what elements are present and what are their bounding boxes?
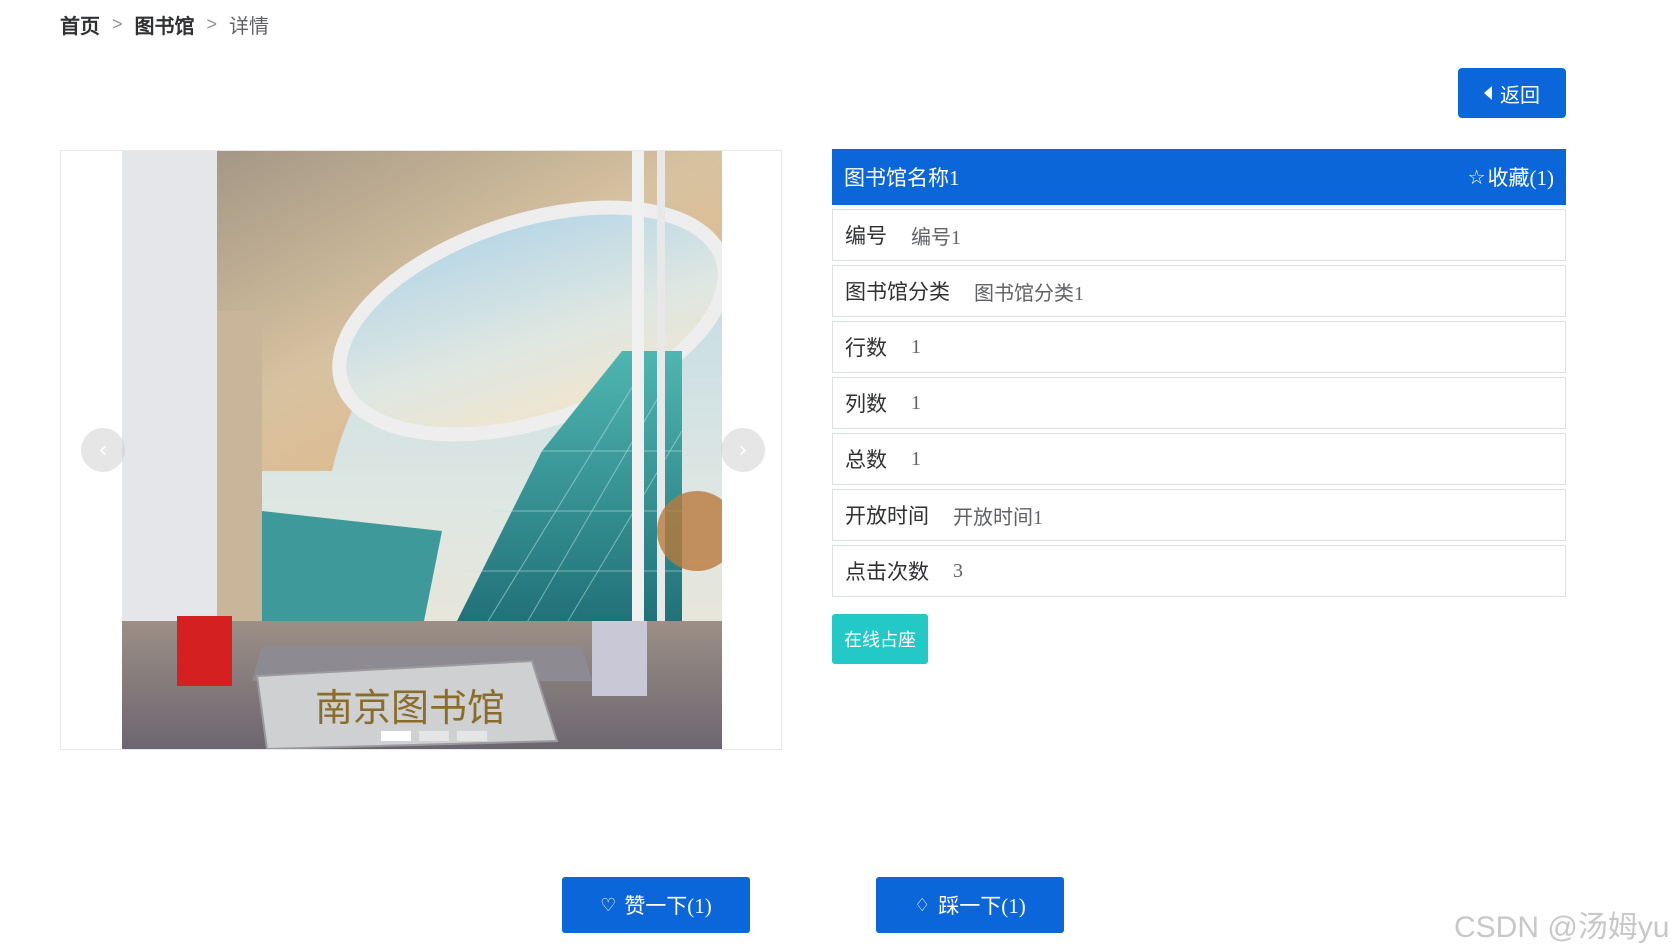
detail-value: 1 xyxy=(911,335,921,358)
library-photo: 南京图书馆 xyxy=(122,151,722,749)
detail-value: 1 xyxy=(911,447,921,470)
breadcrumb-home-link[interactable]: 首页 xyxy=(60,10,100,39)
detail-row-total: 总数 1 xyxy=(832,433,1566,485)
back-button-label: 返回 xyxy=(1500,84,1540,107)
breadcrumb-separator: > xyxy=(206,13,218,34)
detail-panel: 图书馆名称1 ☆ 收藏(1) 编号 编号1 图书馆分类 图书馆分类1 行数 1 … xyxy=(832,149,1566,597)
detail-row-clicks: 点击次数 3 xyxy=(832,545,1566,597)
detail-title-bar: 图书馆名称1 ☆ 收藏(1) xyxy=(832,149,1566,205)
thumbs-up-icon: ♡ xyxy=(600,894,617,916)
star-outline-icon: ☆ xyxy=(1467,165,1486,189)
detail-value: 图书馆分类1 xyxy=(974,282,1084,305)
detail-row-id: 编号 编号1 xyxy=(832,209,1566,261)
detail-value: 3 xyxy=(953,559,963,582)
back-button[interactable]: 返回 xyxy=(1458,68,1566,118)
thumbs-down-icon: ♢ xyxy=(914,894,931,916)
breadcrumb-separator: > xyxy=(112,13,123,34)
detail-label: 点击次数 xyxy=(845,560,929,584)
chevron-right-icon: › xyxy=(738,437,748,463)
carousel-next-button[interactable]: › xyxy=(721,428,765,472)
detail-value: 开放时间1 xyxy=(953,506,1043,529)
detail-label: 图书馆分类 xyxy=(845,280,950,304)
detail-label: 列数 xyxy=(845,392,887,416)
like-button[interactable]: ♡ 赞一下(1) xyxy=(562,877,750,933)
detail-label: 行数 xyxy=(845,336,887,360)
chevron-left-icon: ‹ xyxy=(98,437,108,463)
dislike-label: 踩一下(1) xyxy=(938,894,1026,918)
detail-row-category: 图书馆分类 图书馆分类1 xyxy=(832,265,1566,317)
photo-sign-text: 南京图书馆 xyxy=(315,686,505,730)
library-name-title: 图书馆名称1 xyxy=(844,166,960,190)
favorite-label: 收藏(1) xyxy=(1487,166,1555,190)
breadcrumb: 首页 > 图书馆 > 详情 xyxy=(60,10,269,38)
carousel-indicator[interactable] xyxy=(381,731,411,741)
detail-label: 开放时间 xyxy=(845,504,929,528)
detail-value: 1 xyxy=(911,391,921,414)
book-seat-button[interactable]: 在线占座 xyxy=(832,614,928,664)
carousel-indicators xyxy=(381,731,487,741)
detail-row-columns: 列数 1 xyxy=(832,377,1566,429)
detail-row-rows: 行数 1 xyxy=(832,321,1566,373)
breadcrumb-current: 详情 xyxy=(229,15,270,38)
breadcrumb-library-link[interactable]: 图书馆 xyxy=(135,10,195,39)
like-label: 赞一下(1) xyxy=(624,894,712,918)
csdn-watermark: CSDN @汤姆yu xyxy=(1454,911,1670,944)
carousel-prev-button[interactable]: ‹ xyxy=(81,428,125,472)
dislike-button[interactable]: ♢ 踩一下(1) xyxy=(876,877,1064,933)
favorite-button[interactable]: ☆ 收藏(1) xyxy=(1468,162,1554,192)
carousel-indicator[interactable] xyxy=(419,731,449,741)
detail-value: 编号1 xyxy=(911,226,961,249)
caret-left-icon xyxy=(1484,86,1492,100)
detail-label: 编号 xyxy=(845,224,887,248)
detail-label: 总数 xyxy=(845,448,887,472)
detail-row-open-time: 开放时间 开放时间1 xyxy=(832,489,1566,541)
carousel-indicator[interactable] xyxy=(457,731,487,741)
image-carousel: 南京图书馆 ‹ › xyxy=(60,150,782,750)
